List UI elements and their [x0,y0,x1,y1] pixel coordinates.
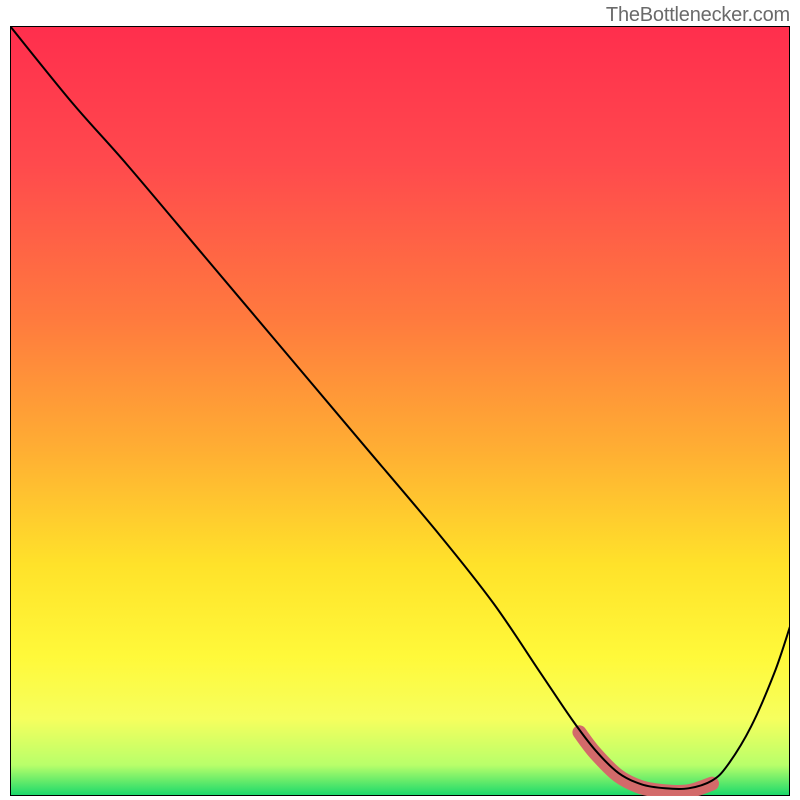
gradient-backdrop [10,26,790,796]
heat-plot [10,26,790,796]
plot-svg [10,26,790,796]
attribution-label: TheBottlenecker.com [606,4,790,27]
chart-stage: TheBottlenecker.com [0,0,800,800]
